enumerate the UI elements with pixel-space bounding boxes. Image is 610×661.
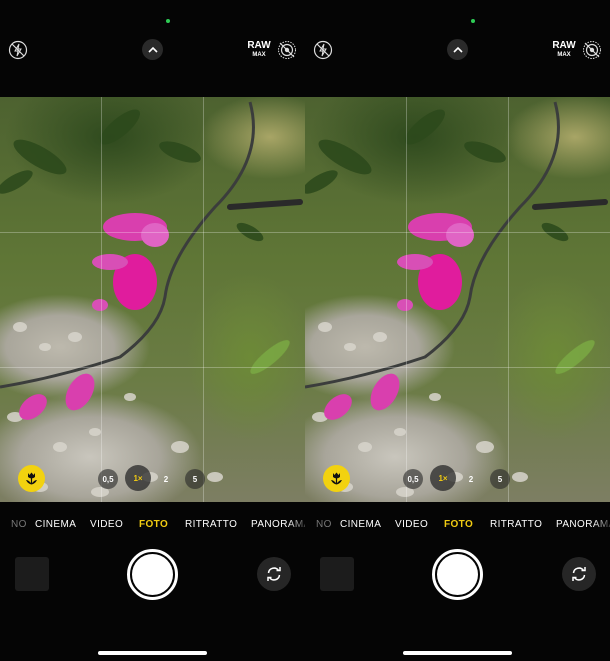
mode-panorama[interactable]: PANORAMA: [251, 519, 305, 530]
mode-foto[interactable]: FOTO: [444, 519, 473, 530]
mode-cinema[interactable]: CINEMA: [35, 519, 76, 530]
grid-line: [101, 97, 102, 502]
mode-ritratto[interactable]: RITRATTO: [490, 519, 542, 530]
raw-label: RAW: [552, 40, 576, 51]
flash-off-icon[interactable]: [313, 40, 333, 60]
macro-toggle[interactable]: [323, 465, 350, 492]
mode-slomo[interactable]: NO: [316, 519, 332, 530]
mode-panorama[interactable]: PANORAMA: [556, 519, 610, 530]
zoom-1x-button[interactable]: 1×: [125, 465, 151, 491]
shutter-inner: [437, 554, 478, 595]
raw-toggle[interactable]: RAW MAX: [247, 40, 271, 59]
mode-selector[interactable]: NO CINEMA VIDEO FOTO RITRATTO PANORAMA: [305, 519, 610, 533]
last-photo-thumbnail[interactable]: [15, 557, 49, 591]
zoom-0.5-button[interactable]: 0,5: [98, 469, 118, 489]
grid-line: [0, 367, 305, 368]
grid-line: [508, 97, 509, 502]
live-photo-off-icon[interactable]: [582, 40, 602, 60]
raw-sub-label: MAX: [557, 52, 571, 58]
flip-camera-icon: [267, 567, 281, 581]
viewfinder[interactable]: [0, 97, 305, 502]
mode-selector[interactable]: NO CINEMA VIDEO FOTO RITRATTO PANORAMA: [0, 519, 305, 533]
camera-controls-button[interactable]: [447, 39, 468, 60]
chevron-up-icon: [452, 46, 463, 53]
viewfinder-image: [0, 101, 303, 497]
mode-video[interactable]: VIDEO: [395, 519, 428, 530]
grid-line: [406, 97, 407, 502]
grid-line: [305, 367, 610, 368]
flash-off-icon[interactable]: [8, 40, 28, 60]
camera-in-use-indicator: [471, 19, 475, 23]
last-photo-thumbnail[interactable]: [320, 557, 354, 591]
zoom-2-button[interactable]: 2: [461, 469, 481, 489]
mode-cinema[interactable]: CINEMA: [340, 519, 381, 530]
zoom-1x-button[interactable]: 1×: [430, 465, 456, 491]
flip-camera-button[interactable]: [257, 557, 291, 591]
viewfinder-image: [305, 101, 608, 497]
shutter-inner: [132, 554, 173, 595]
raw-label: RAW: [247, 40, 271, 51]
zoom-5-button[interactable]: 5: [490, 469, 510, 489]
mode-ritratto[interactable]: RITRATTO: [185, 519, 237, 530]
chevron-up-icon: [147, 46, 158, 53]
grid-line: [305, 232, 610, 233]
flip-camera-icon: [572, 567, 586, 581]
flip-camera-button[interactable]: [562, 557, 596, 591]
macro-toggle[interactable]: [18, 465, 45, 492]
camera-controls-button[interactable]: [142, 39, 163, 60]
shutter-button[interactable]: [432, 549, 483, 600]
viewfinder[interactable]: [305, 97, 610, 502]
camera-in-use-indicator: [166, 19, 170, 23]
camera-screen: RAW MAX 0,5 1× 2 5 NO CINEMA VIDEO FOTO …: [305, 0, 610, 661]
live-photo-off-icon[interactable]: [277, 40, 297, 60]
home-indicator[interactable]: [403, 651, 512, 655]
shutter-button[interactable]: [127, 549, 178, 600]
mode-slomo[interactable]: NO: [11, 519, 27, 530]
zoom-0.5-button[interactable]: 0,5: [403, 469, 423, 489]
macro-flower-icon: [331, 472, 342, 485]
grid-line: [0, 232, 305, 233]
grid-line: [203, 97, 204, 502]
zoom-5-button[interactable]: 5: [185, 469, 205, 489]
camera-screen: RAW MAX 0,5 1× 2 5 NO CINEMA VIDEO FOTO …: [0, 0, 305, 661]
raw-sub-label: MAX: [252, 52, 266, 58]
home-indicator[interactable]: [98, 651, 207, 655]
macro-flower-icon: [26, 472, 37, 485]
mode-video[interactable]: VIDEO: [90, 519, 123, 530]
zoom-2-button[interactable]: 2: [156, 469, 176, 489]
raw-toggle[interactable]: RAW MAX: [552, 40, 576, 59]
mode-foto[interactable]: FOTO: [139, 519, 168, 530]
